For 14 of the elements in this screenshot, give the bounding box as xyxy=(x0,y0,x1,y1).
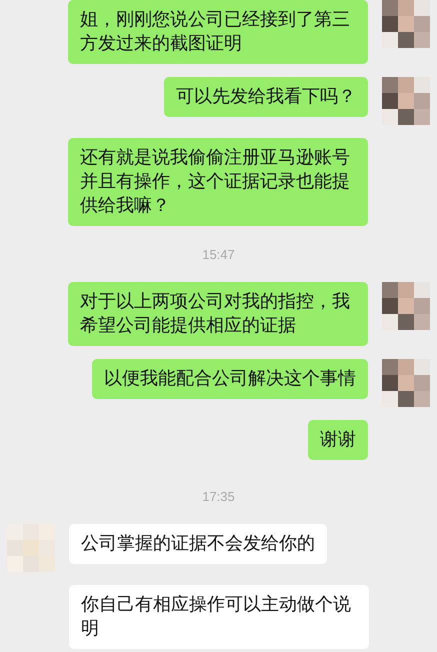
chat-bubble: 以便我能配合公司解决这个事情 xyxy=(92,359,368,399)
avatar[interactable] xyxy=(382,282,430,330)
timestamp: 15:47 xyxy=(202,247,235,262)
chat-bubble: 你自己有相应操作可以主动做个说明 xyxy=(69,585,369,649)
timestamp: 17:35 xyxy=(202,489,235,504)
avatar[interactable] xyxy=(382,77,430,125)
chat-bubble: 谢谢 xyxy=(308,420,368,460)
chat-bubble: 可以先发给我看下吗？ xyxy=(164,77,368,117)
chat-bubble: 公司掌握的证据不会发给你的 xyxy=(69,524,327,564)
chat-bubble: 对于以上两项公司对我的指控，我希望公司能提供相应的证据 xyxy=(68,282,368,346)
avatar[interactable] xyxy=(382,0,430,48)
chat-bubble: 姐，刚刚您说公司已经接到了第三方发过来的截图证明 xyxy=(68,0,368,64)
avatar[interactable] xyxy=(382,359,430,407)
chat-bubble: 还有就是说我偷偷注册亚马逊账号并且有操作，这个证据记录也能提供给我嘛？ xyxy=(68,138,368,226)
